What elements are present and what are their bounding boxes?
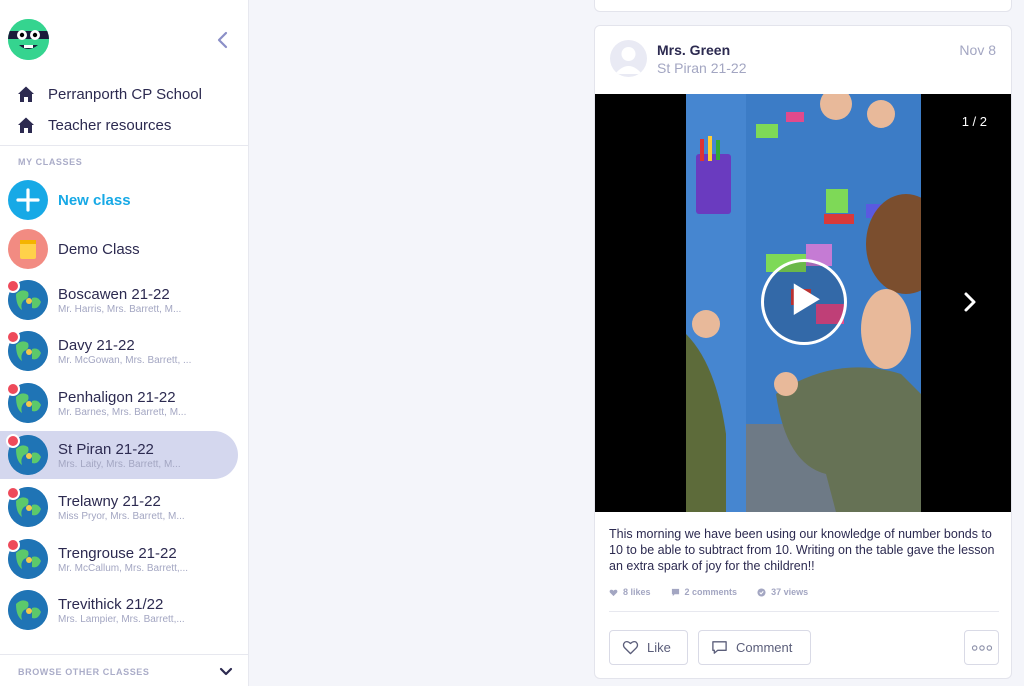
views-label: 37 views [771, 587, 809, 597]
more-options-icon[interactable] [964, 630, 999, 665]
class-item-penhaligon[interactable]: Penhaligon 21-22 Mr. Barnes, Mrs. Barret… [0, 379, 238, 427]
actions-divider [609, 611, 999, 612]
next-media-icon[interactable] [961, 291, 979, 313]
demo-class-icon [8, 229, 48, 269]
story-post: Mrs. Green St Piran 21-22 Nov 8 1 / 2 Th… [594, 25, 1012, 679]
class-name: Penhaligon 21-22 [58, 389, 176, 406]
teacher-resources-label: Teacher resources [48, 116, 172, 134]
class-teachers: Mr. Barnes, Mrs. Barrett, M... [58, 407, 187, 418]
comment-icon [712, 641, 727, 654]
class-item-st-piran[interactable]: St Piran 21-22 Mrs. Laity, Mrs. Barrett,… [0, 431, 238, 479]
post-date: Nov 8 [959, 42, 996, 58]
globe-icon [8, 590, 48, 630]
post-class: St Piran 21-22 [657, 60, 747, 76]
previous-post-card [594, 0, 1012, 12]
home-icon [18, 86, 34, 102]
class-item-trengrouse[interactable]: Trengrouse 21-22 Mr. McCallum, Mrs. Barr… [0, 535, 238, 583]
likes-label: 8 likes [623, 587, 651, 597]
new-class-label: New class [58, 192, 131, 209]
comment-button-label: Comment [736, 640, 793, 655]
like-button-label: Like [647, 640, 671, 655]
notification-dot [6, 538, 20, 552]
notification-dot [6, 330, 20, 344]
post-author[interactable]: Mrs. Green [657, 42, 730, 58]
demo-class-item[interactable]: Demo Class [0, 225, 238, 273]
sidebar-divider [0, 145, 248, 146]
check-circle-icon [757, 587, 766, 597]
comments-count[interactable]: 2 comments [671, 587, 738, 597]
media-counter: 1 / 2 [961, 114, 987, 129]
school-link-label: Perranporth CP School [48, 85, 202, 103]
class-name: St Piran 21-22 [58, 441, 154, 458]
class-teachers: Mr. McGowan, Mrs. Barrett, ... [58, 355, 192, 366]
notification-dot [6, 486, 20, 500]
class-item-boscawen[interactable]: Boscawen 21-22 Mr. Harris, Mrs. Barrett,… [0, 276, 238, 324]
chevron-down-icon[interactable] [216, 661, 236, 681]
heart-icon [609, 589, 618, 596]
post-stats: 8 likes 2 comments 37 views [609, 587, 808, 597]
comment-bubble-icon [671, 588, 679, 596]
play-icon[interactable] [761, 259, 847, 345]
class-teachers: Mr. McCallum, Mrs. Barrett,... [58, 563, 189, 574]
views-count[interactable]: 37 views [757, 587, 808, 597]
likes-count[interactable]: 8 likes [609, 587, 651, 597]
heart-outline-icon [622, 640, 639, 655]
my-classes-heading: MY CLASSES [18, 157, 83, 167]
new-class-button[interactable]: New class [0, 176, 238, 224]
class-name: Boscawen 21-22 [58, 286, 170, 303]
notification-dot [6, 382, 20, 396]
class-teachers: Mrs. Laity, Mrs. Barrett, M... [58, 459, 181, 470]
collapse-sidebar-icon[interactable] [212, 29, 234, 51]
class-item-trelawny[interactable]: Trelawny 21-22 Miss Pryor, Mrs. Barrett,… [0, 483, 238, 531]
browse-other-classes[interactable]: BROWSE OTHER CLASSES [0, 654, 248, 686]
demo-class-label: Demo Class [58, 241, 140, 258]
classdojo-logo[interactable] [8, 19, 49, 60]
home-icon [18, 117, 34, 133]
class-name: Davy 21-22 [58, 337, 135, 354]
plus-icon [8, 180, 48, 220]
class-teachers: Miss Pryor, Mrs. Barrett, M... [58, 511, 185, 522]
post-media[interactable]: 1 / 2 [595, 94, 1011, 512]
notification-dot [6, 434, 20, 448]
school-link[interactable]: Perranporth CP School [17, 82, 202, 106]
notification-dot [6, 279, 20, 293]
comments-label: 2 comments [684, 587, 738, 597]
like-button[interactable]: Like [609, 630, 688, 665]
class-name: Trelawny 21-22 [58, 493, 161, 510]
browse-other-classes-label: BROWSE OTHER CLASSES [18, 667, 150, 677]
post-text: This morning we have been using our know… [609, 527, 995, 573]
class-name: Trevithick 21/22 [58, 596, 164, 613]
author-avatar[interactable] [610, 40, 647, 77]
class-teachers: Mr. Harris, Mrs. Barrett, M... [58, 304, 182, 315]
class-item-trevithick[interactable]: Trevithick 21/22 Mrs. Lampier, Mrs. Barr… [0, 586, 238, 634]
class-name: Trengrouse 21-22 [58, 545, 177, 562]
class-teachers: Mrs. Lampier, Mrs. Barrett,... [58, 614, 185, 625]
comment-button[interactable]: Comment [698, 630, 811, 665]
class-item-davy[interactable]: Davy 21-22 Mr. McGowan, Mrs. Barrett, ..… [0, 327, 238, 375]
teacher-resources-link[interactable]: Teacher resources [17, 113, 171, 137]
sidebar: Perranporth CP School Teacher resources … [0, 0, 249, 686]
